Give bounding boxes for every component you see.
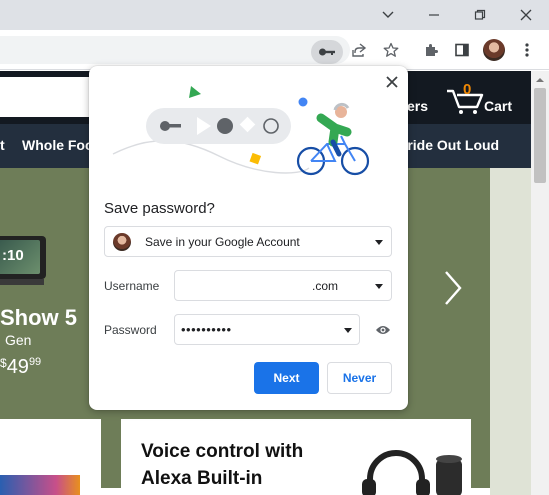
minimize-icon	[429, 14, 439, 16]
nav-item-pride[interactable]: Pride Out Loud	[398, 137, 499, 153]
username-label: Username	[104, 279, 160, 293]
share-icon	[352, 43, 367, 57]
scrollbar-thumb[interactable]	[534, 88, 546, 183]
chevron-down-icon	[375, 284, 383, 289]
price-symbol: $	[0, 356, 7, 370]
nav-item-whole-foods[interactable]: Whole Foo	[22, 137, 94, 153]
price-whole: 49	[6, 356, 29, 378]
account-text-fragment[interactable]: ers	[407, 98, 428, 114]
chevron-down-icon	[375, 240, 383, 245]
never-button[interactable]: Never	[327, 362, 392, 394]
key-icon	[319, 48, 335, 56]
price-cents: 99	[28, 356, 42, 368]
card-heading-line2: Alexa Built-in	[141, 468, 263, 489]
star-icon	[383, 42, 399, 57]
cart-count: 0	[463, 81, 472, 98]
password-field[interactable]: ••••••••••	[174, 314, 360, 345]
cart-label: Cart	[484, 98, 513, 114]
close-window-button[interactable]	[503, 0, 549, 30]
show-password-button[interactable]	[373, 320, 393, 340]
chevron-down-icon	[382, 11, 394, 18]
dialog-close-button[interactable]	[381, 71, 403, 93]
headphones-speaker-image	[362, 450, 462, 495]
product-price: $4999	[0, 356, 41, 379]
extensions-button[interactable]	[421, 40, 441, 60]
chevron-down-icon	[344, 328, 352, 333]
product-card-left[interactable]	[0, 419, 101, 495]
echo-show-device-image: :10	[0, 236, 46, 279]
browser-menu-button[interactable]	[517, 40, 537, 60]
account-option-label: Save in your Google Account	[145, 235, 300, 249]
close-icon	[520, 9, 532, 21]
card-image	[0, 475, 80, 495]
next-button[interactable]: Next	[254, 362, 319, 394]
close-icon	[386, 76, 398, 88]
password-label: Password	[104, 323, 157, 337]
side-panel-button[interactable]	[452, 40, 472, 60]
password-illustration	[112, 86, 370, 176]
browser-window: ers 0 Cart t Whole Foo Pride Out Loud :1…	[0, 0, 549, 495]
dialog-title: Save password?	[104, 200, 215, 217]
address-bar[interactable]	[0, 36, 350, 64]
scroll-up-icon[interactable]	[531, 73, 549, 87]
save-password-dialog: Save password? Save in your Google Accou…	[89, 66, 408, 410]
hero-edge	[490, 168, 531, 495]
minimize-window-button[interactable]	[411, 0, 457, 30]
carousel-next-button[interactable]	[440, 268, 470, 318]
account-select[interactable]: Save in your Google Account	[104, 226, 392, 257]
restore-button[interactable]	[457, 0, 503, 30]
share-button[interactable]	[349, 40, 369, 60]
amazon-search-input[interactable]	[0, 77, 94, 117]
card-heading-line1: Voice control with	[141, 441, 304, 462]
product-subtitle: Gen	[5, 332, 32, 348]
side-panel-icon	[455, 43, 469, 57]
minimize-button[interactable]	[365, 0, 411, 30]
bookmark-button[interactable]	[381, 40, 401, 60]
password-value: ••••••••••	[181, 322, 232, 337]
product-title: Show 5	[0, 305, 78, 330]
password-key-button[interactable]	[311, 40, 343, 64]
product-card-alexa[interactable]: Voice control with Alexa Built-in	[121, 419, 471, 495]
username-value: .com	[312, 279, 339, 293]
username-field[interactable]: .com	[174, 270, 392, 301]
profile-avatar[interactable]	[483, 39, 505, 61]
kebab-menu-icon	[525, 43, 529, 57]
extensions-icon	[426, 44, 438, 56]
nav-item-fragment[interactable]: t	[0, 137, 5, 153]
restore-icon	[474, 9, 486, 20]
eye-icon	[376, 326, 390, 334]
chevron-right-icon	[445, 271, 462, 305]
device-clock-text: :10	[2, 247, 24, 264]
title-bar	[0, 0, 549, 30]
cart-button[interactable]: 0 Cart	[445, 81, 517, 115]
account-avatar	[113, 233, 131, 251]
browser-toolbar	[0, 30, 549, 70]
